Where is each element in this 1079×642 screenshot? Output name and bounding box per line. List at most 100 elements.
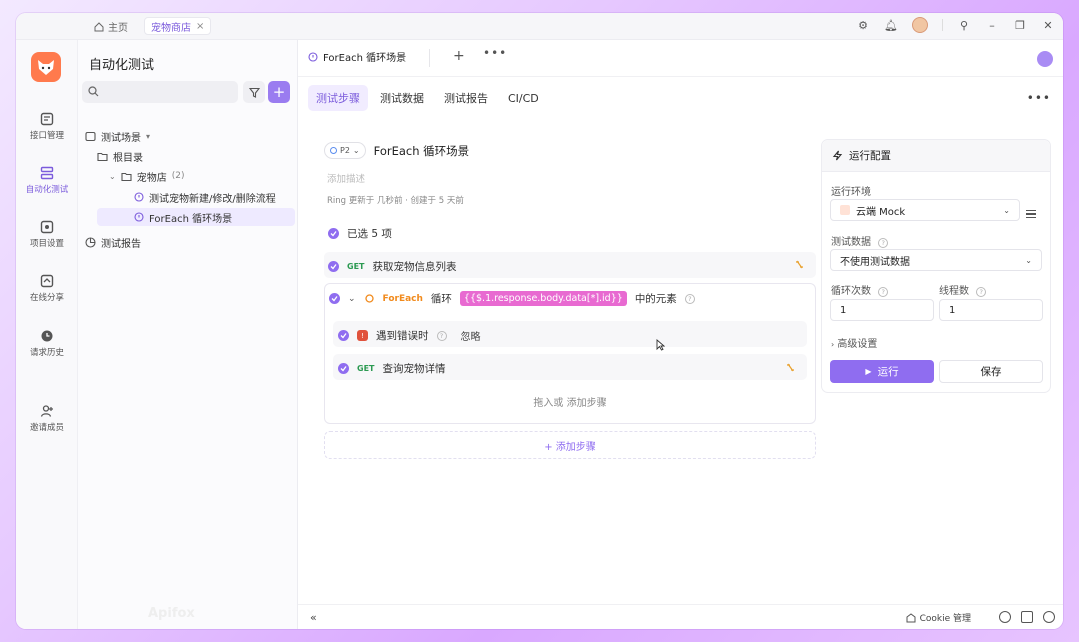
advanced-label: 高级设置 [837,339,878,350]
folder-icon [97,152,108,161]
rail-item-settings[interactable]: 项目设置 [16,220,78,249]
help-icon[interactable]: ? [878,287,889,297]
more-icon[interactable]: ••• [1027,91,1051,105]
data-label-text: 测试数据 [831,237,871,248]
minimize-icon[interactable]: – [985,19,999,32]
help-icon[interactable]: ? [878,238,889,248]
data-label: 测试数据 ? [831,233,889,248]
select-all-row[interactable]: 已选 5 项 [328,226,392,241]
sync-icon[interactable] [999,611,1011,623]
case-title[interactable]: ForEach 循环场景 [374,143,470,159]
http-method: GET [347,262,365,271]
rail-item-history[interactable]: 请求历史 [16,329,78,358]
add-step-button[interactable]: + 添加步骤 [324,431,816,459]
window-close-icon[interactable]: ✕ [1041,19,1055,32]
search-input[interactable] [82,81,238,103]
avatar[interactable] [912,17,928,33]
help-icon[interactable]: ? [976,287,987,297]
save-button[interactable]: 保存 [939,360,1043,383]
test-data-select[interactable]: 不使用测试数据 ⌄ [830,249,1042,271]
shirt-icon[interactable] [1021,611,1033,623]
check-icon[interactable] [338,330,349,341]
check-icon[interactable] [328,228,339,239]
main-content: ForEach 循环场景 + ••• 测试步骤 测试数据 测试报告 CI/CD … [298,40,1063,629]
filter-button[interactable] [243,81,265,103]
step-1[interactable]: GET 获取宠物信息列表 [328,259,457,274]
app-logo [31,52,61,82]
run-label: 运行 [877,366,899,378]
automation-icon [40,166,54,180]
help-icon[interactable] [1043,611,1055,623]
rail-item-share[interactable]: 在线分享 [16,274,78,303]
loop-count-label-text: 循环次数 [831,286,871,297]
help-icon[interactable]: ? [436,330,447,341]
run-button[interactable]: ▶ 运行 [830,360,934,383]
step-name: 查询宠物详情 [382,363,446,375]
rail-item-label: 自动化测试 [25,185,69,195]
restore-icon[interactable]: ❐ [1013,19,1027,32]
rail-item-automation[interactable]: 自动化测试 [16,166,78,195]
loop-icon [364,294,374,303]
pin-icon[interactable]: ⚲ [957,19,971,32]
case-meta: Ring 更新于 几秒前 · 创建于 5 天前 [327,196,464,206]
nav-rail: 接口管理 自动化测试 项目设置 在线分享 请求历史 邀请成员 [16,40,78,629]
add-description[interactable]: 添加描述 [327,171,365,185]
link-icon[interactable] [794,259,805,270]
tab-ci-cd[interactable]: CI/CD [500,85,547,111]
tree-section-reports[interactable]: 测试报告 [85,233,141,251]
panel-title: 自动化测试 [89,58,155,73]
help-icon[interactable]: ? [684,293,695,304]
check-icon[interactable] [329,293,340,304]
cookie-manager-button[interactable]: Cookie 管理 [906,611,971,624]
new-tab-button[interactable]: + [453,48,465,64]
tree-item-folder[interactable]: ⌄ 宠物店 (2) [109,167,184,185]
collapse-sidebar-icon[interactable]: « [310,611,317,624]
tree-item-root[interactable]: 根目录 [97,147,143,165]
doc-tab-foreach[interactable]: ForEach 循环场景 [308,49,406,64]
menu-icon[interactable] [1026,210,1036,220]
tab-test-data[interactable]: 测试数据 [372,85,432,111]
error-action[interactable]: 忽略 [461,328,481,343]
rail-item-api[interactable]: 接口管理 [16,112,78,141]
tree-section-scenarios[interactable]: 测试场景 ▾ [85,127,150,145]
close-icon[interactable]: × [196,21,204,32]
assistant-icon[interactable] [1037,51,1053,67]
loop-count-input[interactable]: 1 [830,299,934,321]
step-name: 遇到错误时 [376,330,429,342]
settings-icon[interactable]: ⚙ [856,19,870,32]
test-data-value: 不使用测试数据 [840,256,910,268]
step-error-handler[interactable]: ! 遇到错误时 ? 忽略 [338,328,481,343]
invite-icon [40,405,53,417]
env-select[interactable]: 云端 Mock ⌄ [830,199,1020,221]
tab-test-report[interactable]: 测试报告 [436,85,496,111]
test-case-icon [134,212,144,222]
thread-count-input[interactable]: 1 [939,299,1043,321]
tree-item-case-selected[interactable]: ForEach 循环场景 [97,208,295,226]
rail-item-label: 邀请成员 [29,423,64,433]
add-button[interactable]: + [268,81,290,103]
bell-icon[interactable]: 🔔︎ [884,19,898,32]
chevron-down-icon[interactable]: ⌄ [348,294,356,304]
insert-step-hint[interactable]: 拖入或 添加步骤 [325,394,815,409]
rail-item-invite[interactable]: 邀请成员 [16,404,78,433]
advanced-settings-toggle[interactable]: › 高级设置 [831,335,877,350]
project-tab-pet-shop[interactable]: 宠物商店 × [144,17,212,35]
tab-steps[interactable]: 测试步骤 [308,85,368,111]
more-icon[interactable]: ••• [483,46,507,60]
home-tab[interactable]: 主页 [94,18,128,35]
loop-count-value: 1 [840,304,847,316]
tree-item-case[interactable]: 测试宠物新建/修改/删除流程 [134,188,276,206]
foreach-header[interactable]: ⌄ ForEach 循环 {{$.1.response.body.data[*]… [329,291,695,306]
cookie-icon [906,612,916,622]
check-icon[interactable] [338,363,349,374]
tree-label: ForEach 循环场景 [149,213,233,225]
status-bar: « Cookie 管理 [298,604,1063,629]
priority-select[interactable]: P2 ⌄ [324,142,366,159]
mock-icon [840,205,850,215]
check-icon[interactable] [328,261,339,272]
watermark-logo: Apifox [148,606,195,621]
link-icon[interactable] [785,362,796,373]
loop-expression[interactable]: {{$.1.response.body.data[*].id}} [459,291,627,306]
scenario-icon [85,131,96,141]
step-2[interactable]: GET 查询宠物详情 [338,361,446,376]
